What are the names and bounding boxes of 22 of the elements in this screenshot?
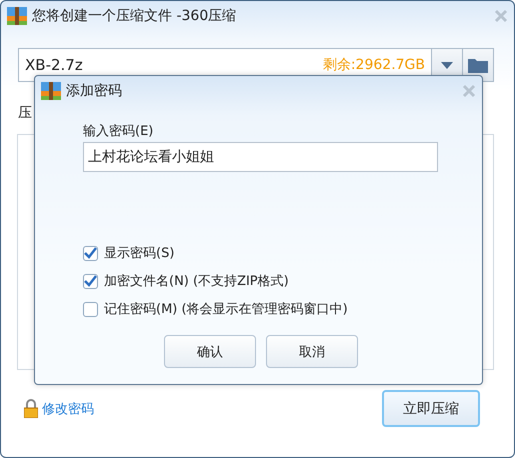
confirm-button[interactable]: 确认 — [164, 335, 256, 368]
checkbox[interactable] — [83, 274, 98, 288]
free-space: 剩余:2962.7GB — [322, 56, 425, 74]
password-label: 输入密码(E) — [83, 123, 154, 140]
section-label: 压 — [18, 104, 32, 122]
option-label: 加密文件名(N) (不支持ZIP格式) — [104, 273, 289, 290]
checkbox[interactable] — [83, 302, 98, 316]
compress-button[interactable]: 立即压缩 — [382, 390, 480, 427]
option-label: 记住密码(M) (将会显示在管理密码窗口中) — [104, 301, 348, 318]
app-logo-icon — [7, 7, 27, 25]
caret-icon — [441, 62, 453, 68]
lock-icon — [24, 399, 38, 418]
folder-icon — [468, 57, 488, 73]
option-label: 显示密码(S) — [104, 245, 174, 262]
checkbox[interactable] — [83, 246, 98, 260]
cancel-button[interactable]: 取消 — [266, 335, 358, 368]
password-field[interactable]: 上村花论坛看小姐姐 — [83, 142, 438, 172]
path-value: XB-2.7z — [25, 56, 84, 74]
change-password-link[interactable]: 修改密码 — [24, 399, 94, 418]
dialog-logo-icon — [41, 82, 61, 100]
dialog-title: 添加密码 — [66, 82, 123, 100]
window-title: 您将创建一个压缩文件 -360压缩 — [32, 7, 238, 25]
